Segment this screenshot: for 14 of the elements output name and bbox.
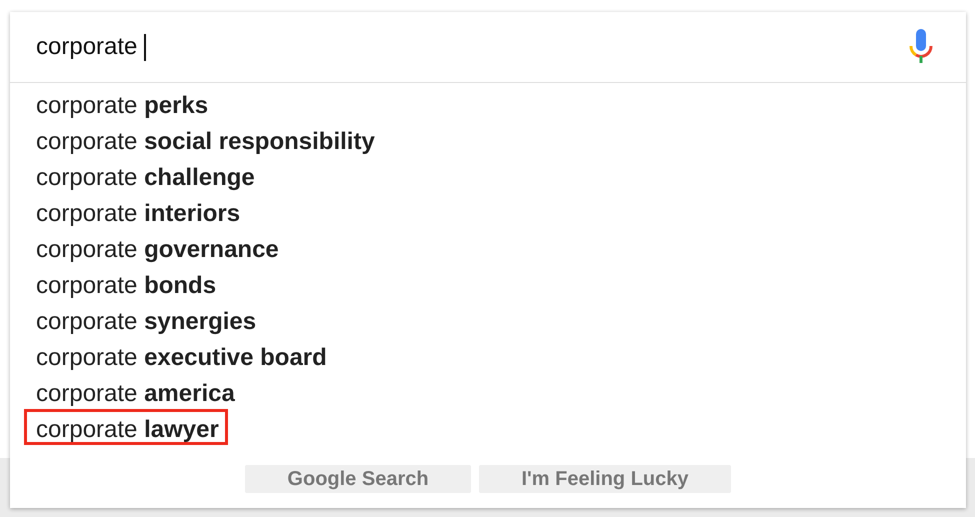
- search-button[interactable]: I'm Feeling Lucky: [479, 465, 731, 493]
- suggestion-item[interactable]: corporate executive board: [24, 337, 336, 373]
- suggestion-item[interactable]: corporate lawyer: [24, 409, 228, 445]
- search-field[interactable]: corporate: [36, 33, 146, 61]
- suggestion-item[interactable]: corporate bonds: [24, 265, 226, 301]
- suggestion-item[interactable]: corporate challenge: [24, 157, 264, 193]
- suggestion-item[interactable]: corporate interiors: [24, 193, 250, 229]
- suggestion-item[interactable]: corporate social responsibility: [24, 121, 384, 157]
- suggestion-item[interactable]: corporate governance: [24, 229, 288, 265]
- microphone-icon[interactable]: [908, 29, 934, 65]
- suggestion-item[interactable]: corporate perks: [24, 85, 218, 121]
- suggestion-item[interactable]: corporate america: [24, 373, 244, 409]
- search-button[interactable]: Google Search: [245, 465, 471, 493]
- suggestion-item[interactable]: corporate synergies: [24, 301, 266, 337]
